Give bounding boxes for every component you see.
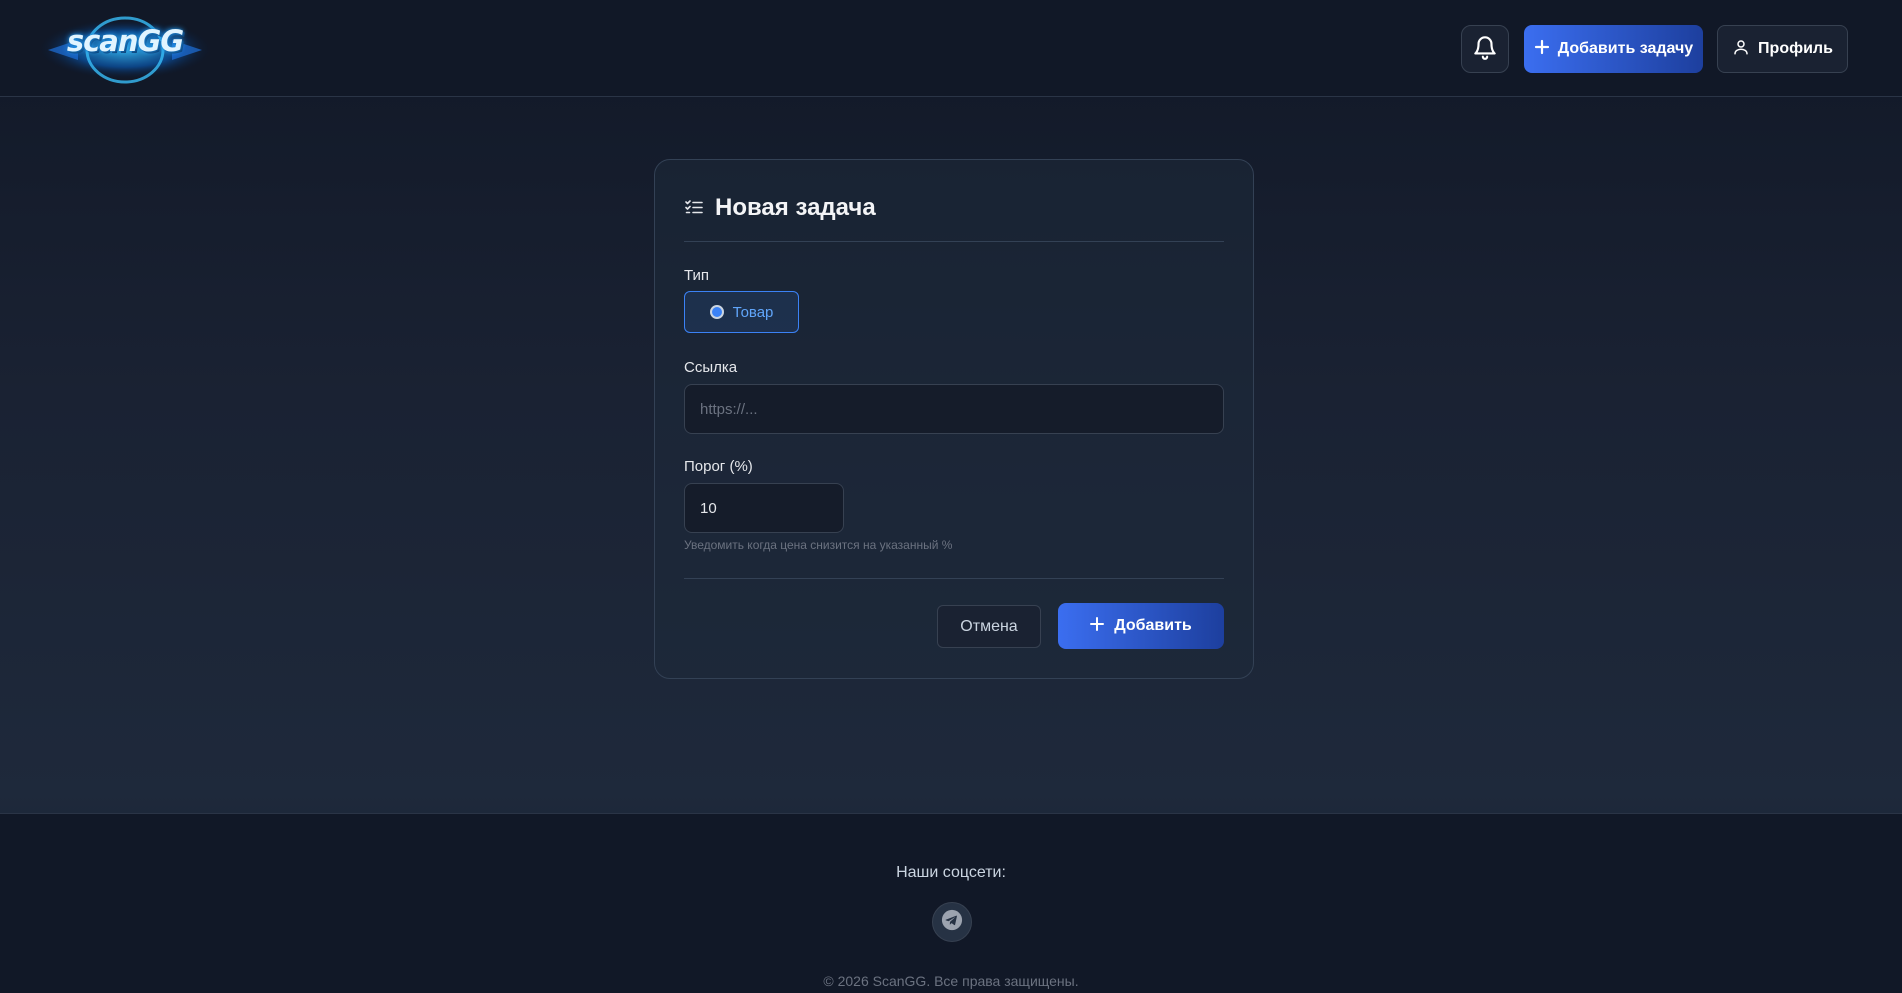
type-option-product[interactable]: Товар: [684, 291, 799, 333]
top-bar: scanGG Добавить задачу Профиль: [0, 0, 1902, 97]
user-icon: [1732, 38, 1750, 61]
social-label: Наши соцсети:: [896, 864, 1006, 881]
page-title: Новая задача: [715, 194, 876, 221]
logo-text: scanGG: [66, 24, 184, 58]
threshold-hint: Уведомить когда цена снизится на указанн…: [684, 538, 953, 552]
cancel-button[interactable]: Отмена: [937, 605, 1041, 648]
telegram-link[interactable]: [932, 902, 972, 942]
add-task-label: Добавить задачу: [1557, 40, 1694, 57]
footer: Наши соцсети: © 2026 ScanGG. Все права з…: [0, 813, 1902, 993]
telegram-icon: [941, 909, 963, 936]
link-input[interactable]: [684, 384, 1224, 434]
profile-button[interactable]: Профиль: [1717, 25, 1848, 73]
notifications-button[interactable]: [1461, 25, 1509, 73]
type-option-label: Товар: [732, 303, 774, 321]
list-checks-icon: [685, 194, 703, 222]
profile-label: Профиль: [1758, 40, 1833, 57]
new-task-card: Новая задача Тип Товар Ссылка Порог (%) …: [654, 159, 1254, 679]
submit-label: Добавить: [1114, 617, 1192, 634]
radio-selected-icon: [709, 305, 724, 319]
add-task-button[interactable]: Добавить задачу: [1524, 25, 1703, 73]
logo[interactable]: scanGG: [38, 10, 212, 88]
plus-icon: [1090, 616, 1105, 636]
plus-icon: [1534, 39, 1550, 60]
type-label: Тип: [684, 267, 710, 284]
bell-icon: [1472, 33, 1498, 66]
threshold-label: Порог (%): [684, 458, 753, 475]
link-label: Ссылка: [684, 359, 738, 376]
copyright: © 2026 ScanGG. Все права защищены.: [823, 973, 1079, 989]
card-header: Новая задача: [685, 190, 876, 226]
submit-add-button[interactable]: Добавить: [1058, 603, 1224, 649]
threshold-input[interactable]: [684, 483, 844, 533]
title-divider: [684, 241, 1224, 242]
actions-divider: [684, 578, 1224, 579]
